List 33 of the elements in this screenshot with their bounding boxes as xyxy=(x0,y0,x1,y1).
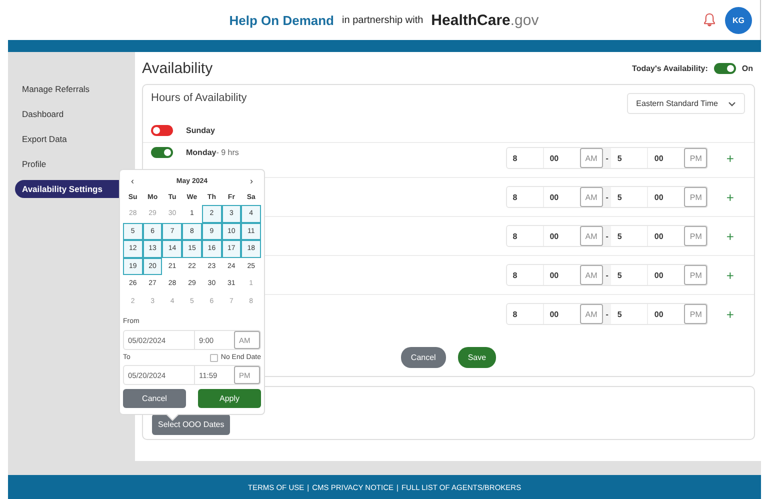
apply-button[interactable]: Apply xyxy=(198,389,261,408)
select-ooo-dates-button[interactable]: Select OOO Dates xyxy=(152,414,230,435)
previous-month-button[interactable]: ‹ xyxy=(131,176,134,186)
add-icon[interactable]: + xyxy=(726,306,734,322)
day-toggle[interactable] xyxy=(151,124,173,136)
card-title: Hours of Availability xyxy=(151,92,247,104)
page-title: Availability xyxy=(142,60,213,76)
day-toggle[interactable] xyxy=(151,147,173,158)
chevron-down-icon xyxy=(728,100,736,106)
day-label: Sunday xyxy=(186,126,215,134)
add-icon[interactable]: + xyxy=(726,190,734,204)
next-month-button[interactable]: › xyxy=(250,176,253,186)
no-end-date-checkbox[interactable] xyxy=(210,354,218,362)
sidebar-item[interactable]: Manage Referrals xyxy=(8,80,135,98)
bell-icon[interactable] xyxy=(703,12,716,28)
cancel-button[interactable]: Cancel xyxy=(123,389,186,408)
sidebar-item[interactable]: Export Data xyxy=(8,130,135,148)
partner-text: in partnership with xyxy=(342,14,424,26)
sidebar-item[interactable]: Dashboard xyxy=(8,105,135,123)
user-avatar[interactable]: KG xyxy=(725,7,752,34)
add-icon[interactable]: + xyxy=(726,228,734,244)
cancel-button[interactable]: Cancel xyxy=(400,347,446,368)
day-label: Monday- 9 hrs xyxy=(186,148,239,157)
logo-text: HealthCare.gov xyxy=(431,12,539,28)
add-icon[interactable]: + xyxy=(726,268,734,282)
sidebar-item[interactable]: Profile xyxy=(8,155,135,173)
availability-toggle[interactable] xyxy=(714,62,736,74)
save-button[interactable]: Save xyxy=(458,347,496,368)
todays-availability-label: Today's Availability: xyxy=(632,64,708,72)
timezone-select[interactable]: Eastern Standard Time xyxy=(627,93,745,114)
toggle-state-label: On xyxy=(742,64,753,72)
add-icon[interactable]: + xyxy=(726,150,734,166)
brand-name: Help On Demand xyxy=(229,12,334,28)
